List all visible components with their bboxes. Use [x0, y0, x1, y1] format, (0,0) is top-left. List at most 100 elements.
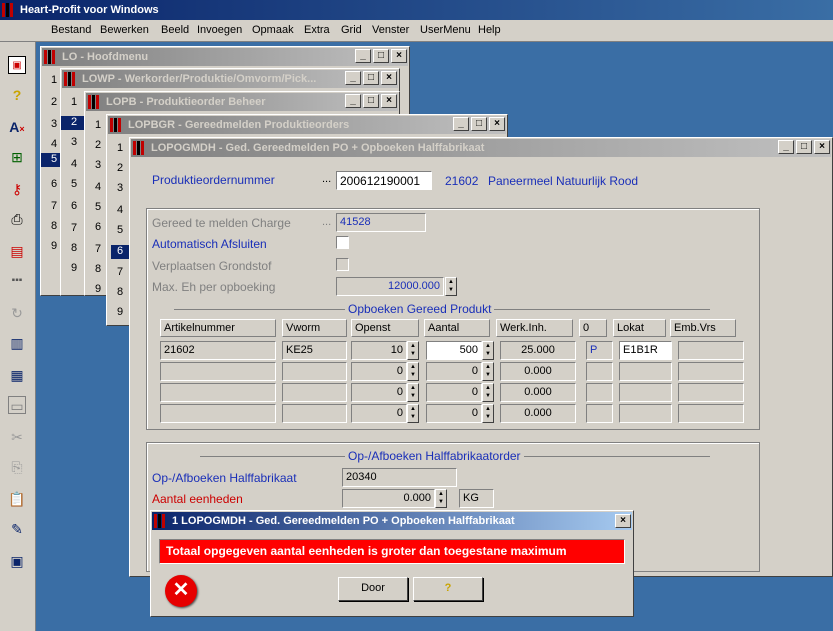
cut-icon[interactable]: ✂	[8, 428, 26, 446]
window-lopbgr-title: LOPBGR - Gereedmelden Produktieorders	[128, 119, 350, 131]
window-lopbgr-titlebar: LOPBGR - Gereedmelden Produktieorders	[108, 116, 506, 134]
spinner-icon[interactable]: ▲ ▼	[407, 383, 419, 402]
units-spinner-icon[interactable]: ▲ ▼	[435, 489, 447, 508]
max-per-booking-label: Max. Eh per opboeking	[152, 280, 276, 294]
table-cell-0[interactable]	[586, 383, 613, 402]
edit-icon[interactable]: ✎	[8, 520, 26, 538]
half-product-title: Op-/Afboeken Halffabrikaatorder	[345, 449, 524, 463]
table-cell-lokat[interactable]	[619, 362, 672, 381]
po-number-label: Produktieordernummer	[152, 173, 275, 187]
help-icon[interactable]: ?	[8, 86, 26, 104]
minimize-icon[interactable]: _	[355, 49, 371, 63]
col-header-aantal: Aantal	[424, 319, 490, 337]
export-icon[interactable]: ▥	[8, 334, 26, 352]
close-icon[interactable]: ×	[615, 514, 631, 528]
table-cell-aantal[interactable]: 500	[426, 341, 482, 360]
minimize-icon[interactable]: _	[345, 71, 361, 85]
paste-icon[interactable]: 📋	[8, 490, 26, 508]
table-cell-werk-inh[interactable]: 0.000	[500, 383, 576, 402]
table-cell-emb-vrs[interactable]	[678, 362, 744, 381]
menu-grid[interactable]: Grid	[341, 24, 362, 36]
table-cell-lokat[interactable]	[619, 383, 672, 402]
minimize-icon[interactable]: _	[453, 117, 469, 131]
table-cell-openst[interactable]: 0	[351, 383, 407, 402]
minimize-icon[interactable]: _	[778, 140, 794, 154]
door-button[interactable]: Door	[338, 577, 408, 601]
table-cell-vworm[interactable]: KE25	[282, 341, 347, 360]
print-icon[interactable]: ⎙	[8, 210, 26, 228]
report-icon[interactable]: ▣	[8, 56, 26, 74]
menu-bestand[interactable]: Bestand	[51, 24, 91, 36]
table-cell-artikelnummer[interactable]	[160, 383, 276, 402]
spinner-icon[interactable]: ▲ ▼	[407, 404, 419, 423]
menu-extra[interactable]: Extra	[304, 24, 330, 36]
close-icon[interactable]: ×	[381, 71, 397, 85]
grid-title: Opboeken Gereed Produkt	[345, 302, 495, 316]
auto-close-checkbox[interactable]	[336, 236, 349, 249]
spinner-icon[interactable]: ▲ ▼	[407, 362, 419, 381]
menu-bewerken[interactable]: Bewerken	[100, 24, 149, 36]
maximize-icon[interactable]: □	[363, 71, 379, 85]
tree-icon[interactable]: ⊞	[8, 148, 26, 166]
table-cell-aantal[interactable]: 0	[426, 404, 482, 423]
minimize-icon[interactable]: _	[345, 94, 361, 108]
menu-help[interactable]: Help	[478, 24, 501, 36]
menu-usermenu[interactable]: UserMenu	[420, 24, 471, 36]
table-cell-aantal[interactable]: 0	[426, 383, 482, 402]
table-cell-artikelnummer[interactable]	[160, 362, 276, 381]
key-icon[interactable]: ⚷	[8, 180, 26, 198]
spinner-icon[interactable]: ▲ ▼	[482, 341, 494, 360]
menu-item-2[interactable]: 2	[61, 116, 85, 130]
close-icon[interactable]: ×	[381, 94, 397, 108]
help-button[interactable]: ?	[413, 577, 483, 601]
table-cell-emb-vrs[interactable]	[678, 341, 744, 360]
table-cell-artikelnummer[interactable]: 21602	[160, 341, 276, 360]
window-lowp-title: LOWP - Werkorder/Produktie/Omvorm/Pick..…	[82, 73, 317, 85]
form-icon[interactable]: ▤	[8, 242, 26, 260]
table-cell-0[interactable]	[586, 404, 613, 423]
table-cell-lokat[interactable]	[619, 404, 672, 423]
table-cell-openst[interactable]: 10	[351, 341, 407, 360]
spinner-icon[interactable]: ▲ ▼	[482, 404, 494, 423]
refresh-icon[interactable]: ↻	[8, 304, 26, 322]
table-cell-emb-vrs[interactable]	[678, 383, 744, 402]
table-cell-werk-inh[interactable]: 0.000	[500, 404, 576, 423]
close-icon[interactable]: ×	[391, 49, 407, 63]
dots-icon[interactable]: ▪▪▪	[8, 272, 26, 290]
maximize-icon[interactable]: □	[796, 140, 812, 154]
table-cell-artikelnummer[interactable]	[160, 404, 276, 423]
menu-opmaak[interactable]: Opmaak	[252, 24, 294, 36]
table-cell-emb-vrs[interactable]	[678, 404, 744, 423]
maximize-icon[interactable]: □	[363, 94, 379, 108]
maximize-icon[interactable]: □	[373, 49, 389, 63]
spinner-icon[interactable]: ▲ ▼	[407, 341, 419, 360]
table-cell-openst[interactable]: 0	[351, 362, 407, 381]
table-cell-aantal[interactable]: 0	[426, 362, 482, 381]
col-header-0: 0	[579, 319, 607, 337]
table-cell-werk-inh[interactable]: 25.000	[500, 341, 576, 360]
table-cell-0[interactable]: P	[586, 341, 613, 360]
close-icon[interactable]: ×	[814, 140, 830, 154]
table-cell-vworm[interactable]	[282, 404, 347, 423]
table-cell-openst[interactable]: 0	[351, 404, 407, 423]
font-icon[interactable]: A×	[8, 118, 26, 136]
menu-venster[interactable]: Venster	[372, 24, 409, 36]
maximize-icon[interactable]: □	[471, 117, 487, 131]
table-cell-vworm[interactable]	[282, 362, 347, 381]
chart-icon[interactable]: ▦	[8, 366, 26, 384]
po-number-field[interactable]: 200612190001	[336, 171, 432, 190]
menu-beeld[interactable]: Beeld	[161, 24, 189, 36]
spinner-icon[interactable]: ▲ ▼	[482, 383, 494, 402]
table-cell-vworm[interactable]	[282, 383, 347, 402]
units-field[interactable]: 0.000	[342, 489, 435, 508]
spinner-icon[interactable]: ▲ ▼	[482, 362, 494, 381]
table-cell-0[interactable]	[586, 362, 613, 381]
monitor-icon[interactable]: ▣	[8, 552, 26, 570]
window-icon[interactable]: ▭	[8, 396, 26, 414]
table-cell-lokat[interactable]: E1B1R	[619, 341, 672, 360]
menu-invoegen[interactable]: Invoegen	[197, 24, 242, 36]
window-lo-titlebar: LO - Hoofdmenu	[42, 48, 408, 66]
copy-icon[interactable]: ⎘	[8, 458, 26, 476]
close-icon[interactable]: ×	[489, 117, 505, 131]
table-cell-werk-inh[interactable]: 0.000	[500, 362, 576, 381]
